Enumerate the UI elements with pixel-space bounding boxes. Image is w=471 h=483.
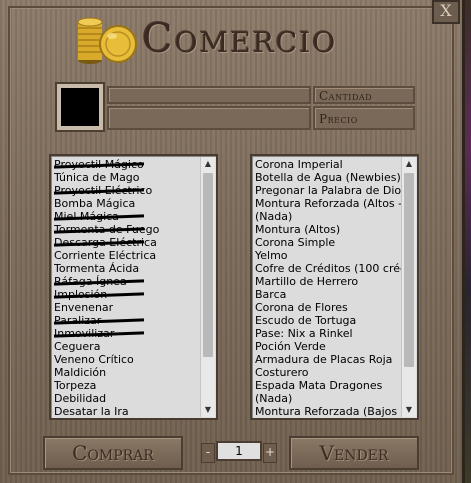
list-item[interactable]: Barca <box>255 288 401 301</box>
list-item[interactable]: Proyectil Eléctrico <box>54 184 200 197</box>
scroll-down-icon[interactable]: ▼ <box>402 403 416 417</box>
item-preview <box>55 82 105 132</box>
list-item[interactable]: Montura Reforzada (Altos - Gu <box>255 197 401 210</box>
sell-button[interactable]: Vender <box>289 436 419 470</box>
list-item[interactable]: Montura (Altos) <box>255 223 401 236</box>
list-item[interactable]: Envenenar <box>54 301 200 314</box>
scroll-thumb[interactable] <box>404 173 414 367</box>
list-item[interactable]: Veneno Crítico <box>54 353 200 366</box>
list-item[interactable]: Bomba Mágica <box>54 197 200 210</box>
list-item[interactable]: Montura Reforzada (Bajos - G <box>255 405 401 418</box>
cantidad-label: Cantidad <box>319 89 373 103</box>
list-item[interactable]: Ceguera <box>54 340 200 353</box>
inventory-list-items: Corona Imperial Botella de Agua (Newbies)… <box>255 158 401 418</box>
inventory-list[interactable]: Corona Imperial Botella de Agua (Newbies)… <box>250 154 419 420</box>
increase-quantity-button[interactable]: + <box>263 443 277 463</box>
spell-list-items: Proyectil Mágico Túnica de Mago Proyectil … <box>54 158 200 418</box>
list-item[interactable]: Maldición <box>54 366 200 379</box>
list-item[interactable]: Túnica de Mago <box>54 171 200 184</box>
list-item[interactable]: Martillo de Herrero <box>255 275 401 288</box>
spell-list[interactable]: Proyectil Mágico Túnica de Mago Proyectil … <box>49 154 218 420</box>
list-item[interactable]: Descarga Eléctrica <box>54 236 200 249</box>
list-item[interactable]: Pase: Nix a Rinkel <box>255 327 401 340</box>
item-description-field <box>107 106 311 130</box>
list-item[interactable]: Costurero <box>255 366 401 379</box>
list-item[interactable]: Espada Mata Dragones <box>255 379 401 392</box>
list-item[interactable]: Tormenta Ácida <box>54 262 200 275</box>
spell-list-scrollbar[interactable]: ▲ ▼ <box>200 157 215 417</box>
list-item[interactable]: Escudo de Tortuga <box>255 314 401 327</box>
item-name-field <box>107 86 311 104</box>
buy-button[interactable]: Comprar <box>43 436 183 470</box>
list-item[interactable]: (Nada) <box>255 392 401 405</box>
list-item[interactable]: Tormenta de Fuego <box>54 223 200 236</box>
inventory-list-scrollbar[interactable]: ▲ ▼ <box>401 157 416 417</box>
list-item[interactable]: Corona Simple <box>255 236 401 249</box>
list-item[interactable]: Yelmo <box>255 249 401 262</box>
list-item[interactable]: Ráfaga Ígnea <box>54 275 200 288</box>
list-item[interactable]: Desatar la Ira <box>54 405 200 418</box>
list-item[interactable]: Proyectil Mágico <box>54 158 200 171</box>
trade-window: X Comercio Cantidad Precio Proyectil Mág… <box>0 0 465 483</box>
list-item[interactable]: Corona de Flores <box>255 301 401 314</box>
close-button[interactable]: X <box>432 0 460 24</box>
list-item[interactable]: Poción Verde <box>255 340 401 353</box>
list-item[interactable]: Botella de Agua (Newbies) <box>255 171 401 184</box>
scroll-thumb[interactable] <box>203 173 213 357</box>
list-item[interactable]: Inmovilizar <box>54 327 200 340</box>
cantidad-field: Cantidad <box>313 86 415 104</box>
scroll-up-icon[interactable]: ▲ <box>402 157 416 171</box>
list-item[interactable]: Torpeza <box>54 379 200 392</box>
list-item[interactable]: Corona Imperial <box>255 158 401 171</box>
decrease-quantity-button[interactable]: - <box>201 443 215 463</box>
list-item[interactable]: Paralizar <box>54 314 200 327</box>
list-item[interactable]: Miel Mágica <box>54 210 200 223</box>
list-item[interactable]: Armadura de Placas Roja <box>255 353 401 366</box>
window-title: Comercio <box>142 16 338 62</box>
list-item[interactable]: Debilidad <box>54 392 200 405</box>
list-item[interactable]: Cofre de Créditos (100 crédito <box>255 262 401 275</box>
list-item[interactable]: Implosión <box>54 288 200 301</box>
quantity-input[interactable]: 1 <box>216 441 262 461</box>
list-item[interactable]: (Nada) <box>255 210 401 223</box>
gold-coins-icon <box>77 17 137 64</box>
list-item[interactable]: Corriente Eléctrica <box>54 249 200 262</box>
precio-field: Precio <box>313 106 415 130</box>
precio-label: Precio <box>319 112 358 126</box>
scroll-down-icon[interactable]: ▼ <box>201 403 215 417</box>
scroll-up-icon[interactable]: ▲ <box>201 157 215 171</box>
list-item[interactable]: Pregonar la Palabra de Dios (C <box>255 184 401 197</box>
